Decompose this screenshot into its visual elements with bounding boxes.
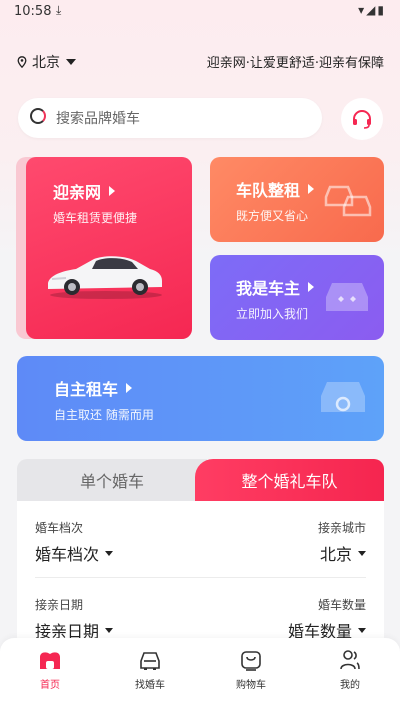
cars-icon	[324, 185, 372, 217]
card-main-title: 迎亲网	[53, 183, 102, 202]
pickup-city-value: 北京	[319, 545, 352, 564]
nav-profile[interactable]: 我的	[320, 648, 380, 691]
date-label: 接亲日期	[35, 598, 84, 612]
card-main-title-row: 迎亲网	[53, 179, 116, 203]
card-fleet-title-row: 车队整租	[236, 177, 315, 201]
chevron-down-icon	[105, 550, 114, 556]
chevron-down-icon	[358, 550, 366, 556]
grade-value: 婚车档次	[35, 545, 100, 564]
count-label: 婚车数量	[317, 598, 366, 612]
chevron-down-icon	[66, 59, 76, 65]
tab-single-car[interactable]: 单个婚车	[17, 459, 207, 501]
signal-icon: ◢	[366, 3, 378, 17]
nav-find-car[interactable]: 找婚车	[120, 648, 180, 691]
grade-selector[interactable]: 婚车档次	[35, 541, 114, 565]
city-field-label: 接亲城市	[317, 521, 366, 535]
card-yingqin-main[interactable]: 迎亲网 婚车租赁更便捷	[26, 157, 192, 339]
card-fleet-title: 车队整租	[236, 181, 301, 200]
city-label: 北京	[32, 55, 60, 71]
cart-icon	[241, 651, 261, 671]
nav-home-label: 首页	[40, 680, 60, 691]
search-bar[interactable]	[18, 98, 322, 138]
bottom-nav: 首页 找婚车 购物车 我的	[0, 638, 400, 711]
location-pin-icon	[17, 56, 27, 68]
home-icon	[40, 652, 60, 669]
card-owner-title-row: 我是车主	[236, 275, 315, 299]
slogan-text: 迎亲网·让爱更舒适·迎亲有保障	[206, 56, 384, 71]
card-owner-title: 我是车主	[236, 279, 301, 298]
card-main-subtitle: 婚车租赁更便捷	[53, 211, 138, 225]
sports-car-image	[48, 256, 162, 299]
arrow-right-icon	[126, 383, 133, 393]
nav-find-car-label: 找婚车	[135, 680, 165, 691]
arrow-right-icon	[308, 282, 315, 292]
search-input[interactable]	[54, 106, 308, 132]
card-self-title-row: 自主租车	[54, 376, 133, 400]
car-heart-icon	[326, 283, 368, 311]
card-car-owner[interactable]: 我是车主 立即加入我们	[210, 255, 384, 340]
chevron-down-icon	[358, 627, 366, 633]
customer-service-button[interactable]	[341, 98, 383, 140]
status-bar: 10:58 ⤓ ▾◢▮	[0, 0, 400, 24]
grade-label: 婚车档次	[35, 521, 84, 535]
nav-profile-label: 我的	[340, 680, 360, 691]
nav-cart-label: 购物车	[236, 680, 266, 691]
status-icons: ▾◢▮	[358, 3, 386, 17]
download-icon: ⤓	[56, 3, 62, 17]
form-divider	[35, 577, 366, 578]
booking-form: 婚车档次 婚车档次 接亲城市 北京 接亲日期 接亲日期 婚车数量 婚车数量	[17, 501, 384, 651]
nav-home[interactable]: 首页	[20, 648, 80, 691]
search-icon	[30, 108, 46, 124]
chevron-down-icon	[105, 627, 114, 633]
car-key-icon	[321, 382, 365, 412]
nav-cart[interactable]: 购物车	[221, 648, 281, 691]
card-self-subtitle: 自主取还 随需而用	[54, 408, 154, 422]
card-owner-subtitle: 立即加入我们	[236, 307, 309, 321]
card-fleet-rental[interactable]: 车队整租 既方便又省心	[210, 157, 384, 242]
headset-icon	[353, 110, 371, 129]
battery-icon: ▮	[377, 3, 386, 17]
city-selector[interactable]: 北京	[17, 52, 76, 72]
arrow-right-icon	[109, 186, 116, 196]
card-fleet-subtitle: 既方便又省心	[236, 209, 309, 223]
profile-icon	[340, 650, 360, 670]
status-time: 10:58	[14, 4, 52, 19]
card-self-rent[interactable]: 自主租车 自主取还 随需而用	[17, 356, 384, 441]
rental-type-tabs: 单个婚车 整个婚礼车队	[17, 459, 384, 501]
location-bar: 北京 迎亲网·让爱更舒适·迎亲有保障	[0, 48, 400, 74]
car-icon	[140, 652, 160, 670]
card-self-title: 自主租车	[54, 380, 119, 399]
wifi-icon: ▾	[358, 3, 367, 17]
arrow-right-icon	[308, 184, 315, 194]
tab-whole-fleet[interactable]: 整个婚礼车队	[195, 459, 384, 501]
pickup-city-selector[interactable]: 北京	[320, 541, 366, 565]
